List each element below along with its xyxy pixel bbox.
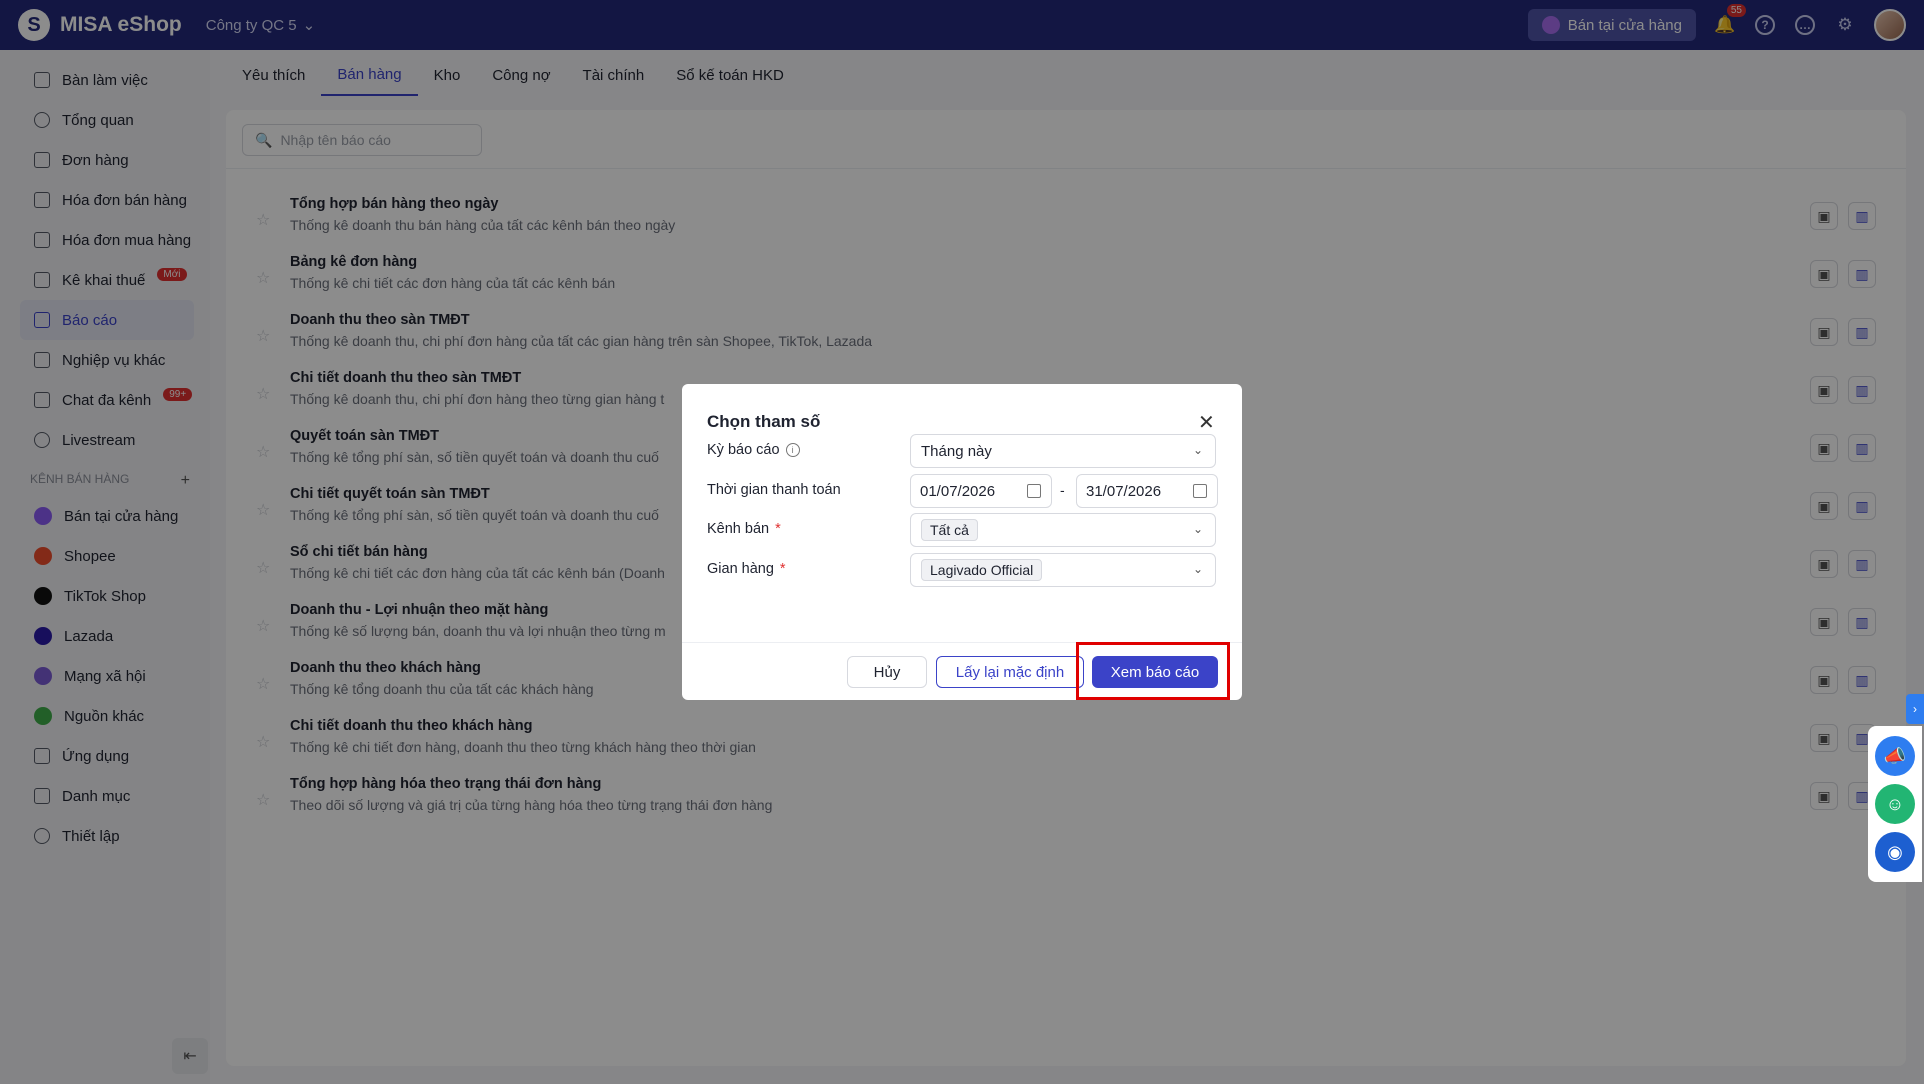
channel-select[interactable]: Tất cả ⌄	[910, 513, 1216, 547]
chevron-right-icon: ›	[1913, 702, 1917, 716]
period-value: Tháng này	[921, 442, 992, 460]
chat-bot-icon: ☺	[1885, 793, 1905, 814]
period-select[interactable]: Tháng này ⌄	[910, 434, 1216, 468]
date-to-value: 31/07/2026	[1086, 482, 1162, 500]
chevron-down-icon: ⌄	[1192, 443, 1203, 457]
period-label: Kỳ báo cáo	[707, 442, 780, 458]
calendar-icon	[1193, 484, 1207, 498]
modal-title: Chọn tham số	[707, 412, 821, 431]
date-separator: -	[1060, 482, 1065, 498]
period-label-row: Kỳ báo cáo i	[707, 442, 800, 458]
close-icon[interactable]: ✕	[1198, 410, 1215, 435]
payment-time-label: Thời gian thanh toán	[707, 482, 841, 498]
store-label: Gian hàng	[707, 561, 774, 577]
store-chip: Lagivado Official	[921, 559, 1043, 581]
info-icon[interactable]: i	[785, 443, 800, 457]
chevron-down-icon: ⌄	[1192, 522, 1203, 536]
date-from-field[interactable]: 01/07/2026	[910, 474, 1052, 508]
date-to-field[interactable]: 31/07/2026	[1076, 474, 1218, 508]
store-label-row: Gian hàng *	[707, 561, 786, 577]
required-mark: *	[779, 561, 786, 577]
payment-time-label-row: Thời gian thanh toán	[707, 482, 841, 498]
parameter-modal: Chọn tham số ✕ Kỳ báo cáo i Tháng này ⌄ …	[682, 384, 1242, 700]
store-select[interactable]: Lagivado Official ⌄	[910, 553, 1216, 587]
megaphone-icon: 📣	[1883, 745, 1907, 766]
floating-action-bar: 📣 ☺ ◉	[1868, 726, 1922, 882]
channel-label: Kênh bán	[707, 521, 770, 537]
support-chat-button[interactable]: ☺	[1875, 784, 1915, 824]
chevron-down-icon: ⌄	[1192, 562, 1203, 576]
channel-chip: Tất cả	[921, 519, 978, 541]
announcement-button[interactable]: 📣	[1875, 736, 1915, 776]
expand-float-tab[interactable]: ›	[1906, 694, 1924, 724]
cancel-button[interactable]: Hủy	[847, 656, 927, 688]
robot-icon: ◉	[1887, 841, 1903, 862]
reset-default-button[interactable]: Lấy lại mặc định	[936, 656, 1084, 688]
date-from-value: 01/07/2026	[920, 482, 996, 500]
calendar-icon	[1027, 484, 1041, 498]
channel-label-row: Kênh bán *	[707, 521, 781, 537]
required-mark: *	[775, 521, 781, 537]
highlight-box	[1076, 642, 1230, 700]
assistant-button[interactable]: ◉	[1875, 832, 1915, 872]
